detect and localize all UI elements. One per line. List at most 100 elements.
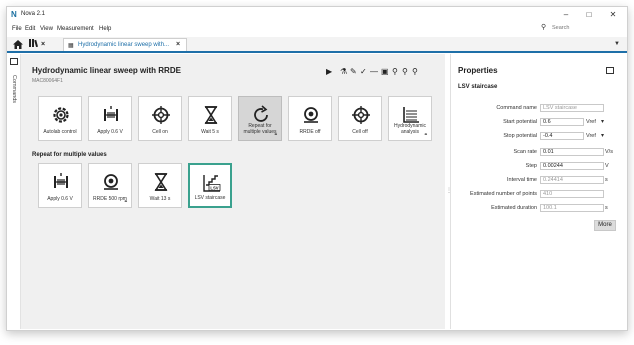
maximize-button[interactable]: □	[579, 8, 599, 22]
pin-icon[interactable]	[10, 58, 18, 65]
command-cell-off[interactable]: Cell off	[338, 96, 382, 141]
home-icon[interactable]	[13, 40, 23, 49]
search-icon: ⚲	[541, 24, 547, 31]
nova-logo-icon: N	[11, 10, 17, 19]
unit-label: V	[605, 163, 609, 169]
close-window-button[interactable]: ✕	[603, 8, 623, 22]
unit-label: s	[605, 177, 608, 183]
properties-title: Properties	[458, 66, 498, 75]
property-step: Step 0.00244 V	[451, 162, 627, 171]
hourglass-icon	[154, 173, 168, 191]
command-lsv-staircase[interactable]: LSV LSV staircase	[188, 163, 232, 208]
command-autolab-control[interactable]: Autolab control	[38, 96, 82, 141]
property-label: Start potential	[503, 119, 537, 125]
title-bar: N Nova 2.1 – □ ✕	[7, 7, 627, 24]
command-wait[interactable]: Wait 5 s	[188, 96, 232, 141]
app-window: N Nova 2.1 – □ ✕ File Edit View Measurem…	[6, 6, 628, 331]
zoom-in-icon[interactable]: ⚲	[412, 67, 418, 77]
pin-icon[interactable]	[606, 67, 614, 74]
gear-icon	[53, 107, 69, 123]
command-hydrodynamic-analysis[interactable]: Hydrodynamic analysis ⚭	[388, 96, 432, 141]
menu-measurement[interactable]: Measurement	[57, 26, 94, 32]
cell-icon	[152, 106, 170, 124]
rrde-icon	[104, 174, 118, 190]
menu-file[interactable]: File	[12, 26, 22, 32]
flask-icon[interactable]: ⚗	[340, 67, 347, 77]
unit-label: Vref	[586, 133, 596, 139]
stop-potential-field[interactable]: -0.4	[540, 132, 584, 140]
search-input[interactable]	[552, 24, 618, 32]
property-label: Scan rate	[513, 149, 537, 155]
start-potential-field[interactable]: 0.6	[540, 118, 584, 126]
property-label: Estimated duration	[491, 205, 537, 211]
link-icon: ⚭	[273, 132, 278, 138]
tab-document[interactable]: ▦ Hydrodynamic linear sweep with... ×	[63, 38, 187, 51]
estimated-points-field: 410	[540, 190, 604, 198]
chevron-down-icon[interactable]: ▼	[614, 41, 620, 47]
repeat-section-heading: Repeat for multiple values	[32, 152, 107, 158]
save-icon[interactable]: ▣	[381, 67, 389, 77]
play-icon[interactable]: ▶	[326, 67, 332, 77]
svg-text:LSV: LSV	[210, 185, 218, 190]
window-title: Nova 2.1	[21, 11, 46, 17]
property-label: Command name	[496, 105, 537, 111]
property-label: Estimated number of points	[470, 191, 537, 197]
repeat-icon	[254, 105, 268, 122]
scan-rate-field[interactable]: 0.01	[540, 148, 604, 156]
unit-label: Vref	[586, 119, 596, 125]
minus-icon[interactable]: —	[370, 67, 378, 77]
commands-sidebar: Commands	[7, 54, 21, 329]
tab-library[interactable]: ×	[29, 39, 45, 50]
command-label: Cell on	[152, 128, 168, 135]
command-repeat[interactable]: Repeat for multiple values ⚭	[238, 96, 282, 141]
command-label: Apply 0.6 V	[97, 128, 123, 135]
apply-potential-icon	[54, 173, 68, 188]
command-apply[interactable]: Apply 0.6 V	[88, 96, 132, 141]
command-label: RRDE off	[299, 128, 321, 135]
minimize-button[interactable]: –	[556, 8, 576, 22]
properties-panel: Properties LSV staircase Command name LS…	[450, 54, 627, 329]
chevron-down-icon[interactable]: ▾	[601, 132, 604, 139]
menu-bar: File Edit View Measurement Help	[7, 24, 627, 36]
unit-label: s	[605, 205, 608, 211]
commands-sidebar-label[interactable]: Commands	[11, 72, 17, 106]
command-label: Autolab control	[43, 128, 77, 135]
wrench-icon[interactable]: ✎	[350, 67, 357, 77]
property-command-name: Command name LSV staircase	[451, 104, 627, 113]
property-estimated-points: Estimated number of points 410	[451, 190, 627, 199]
chevron-down-icon[interactable]: ▾	[601, 118, 604, 125]
tab-library-close[interactable]: ×	[41, 41, 45, 48]
procedure-title: Hydrodynamic linear sweep with RRDE	[32, 66, 181, 75]
command-rrde-speed[interactable]: RRDE 500 rpm ⚭	[88, 163, 132, 208]
menu-edit[interactable]: Edit	[25, 26, 35, 32]
unit-label: V/s	[605, 149, 613, 155]
rrde-icon	[304, 107, 318, 123]
command-wait-repeat[interactable]: Wait 13 s	[138, 163, 182, 208]
property-scan-rate: Scan rate 0.01 V/s	[451, 148, 627, 157]
command-rrde-off[interactable]: RRDE off	[288, 96, 332, 141]
command-label: LSV staircase	[194, 194, 226, 201]
tab-document-close[interactable]: ×	[176, 41, 180, 48]
property-label: Step	[525, 163, 537, 169]
command-label: Wait 5 s	[201, 128, 219, 135]
zoom-out-icon[interactable]: ⚲	[402, 67, 408, 77]
menu-view[interactable]: View	[40, 26, 53, 32]
link-icon: ⚭	[123, 199, 128, 205]
property-label: Stop potential	[503, 133, 537, 139]
command-cell-on[interactable]: Cell on	[138, 96, 182, 141]
procedure-editor: Hydrodynamic linear sweep with RRDE MAC8…	[21, 54, 445, 329]
procedure-icon: ▦	[68, 43, 74, 49]
estimated-duration-field: 100.1	[540, 204, 604, 212]
command-apply-repeat[interactable]: Apply 0.6 V	[38, 163, 82, 208]
menu-help[interactable]: Help	[99, 26, 111, 32]
zoom-fit-icon[interactable]: ⚲	[392, 67, 398, 77]
step-field[interactable]: 0.00244	[540, 162, 604, 170]
command-name-field[interactable]: LSV staircase	[540, 104, 604, 112]
property-stop-potential: Stop potential -0.4 Vref ▾	[451, 132, 627, 141]
apply-potential-icon	[104, 106, 118, 121]
property-start-potential: Start potential 0.6 Vref ▾	[451, 118, 627, 127]
cell-icon	[352, 106, 370, 124]
check-icon[interactable]: ✓	[360, 67, 367, 77]
property-label: Interval time	[507, 177, 537, 183]
more-button[interactable]: More	[594, 220, 616, 231]
